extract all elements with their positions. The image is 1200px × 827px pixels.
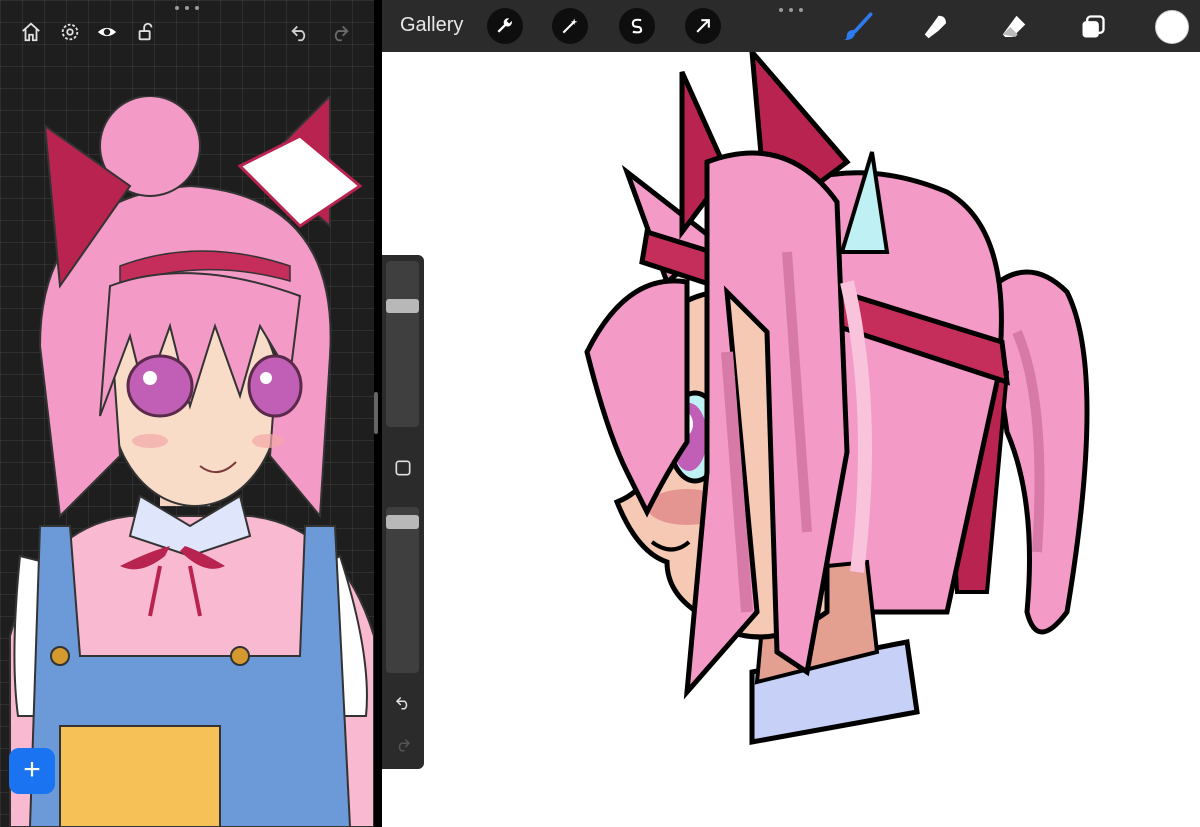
modify-square-icon[interactable]	[388, 453, 418, 483]
brush-size-slider[interactable]	[386, 261, 419, 427]
brush-size-thumb[interactable]	[386, 299, 419, 313]
reference-toolbar	[0, 6, 374, 56]
eraser-icon[interactable]	[994, 8, 1034, 46]
undo-icon[interactable]	[388, 687, 418, 717]
selection-icon[interactable]	[619, 8, 655, 44]
brush-opacity-thumb[interactable]	[386, 515, 419, 529]
gallery-button[interactable]: Gallery	[400, 14, 463, 37]
smudge-icon[interactable]	[916, 8, 956, 46]
side-panel-handle[interactable]	[374, 392, 378, 434]
brush-icon[interactable]	[838, 8, 878, 46]
drawing-canvas[interactable]	[427, 52, 1200, 827]
settings-icon[interactable]	[56, 18, 84, 46]
magic-wand-icon[interactable]	[552, 8, 588, 44]
home-icon[interactable]	[17, 18, 45, 46]
reference-character-image	[9, 96, 374, 827]
layers-icon[interactable]	[1073, 8, 1113, 46]
color-picker-button[interactable]	[1155, 10, 1189, 44]
redo-icon[interactable]	[326, 18, 354, 46]
brush-side-panel	[382, 255, 424, 769]
top-toolbar: Gallery	[382, 0, 1200, 52]
undo-icon[interactable]	[286, 18, 314, 46]
add-reference-button[interactable]: +	[9, 748, 55, 794]
reference-drag-grip[interactable]	[175, 6, 199, 12]
canvas-drag-grip[interactable]	[779, 8, 803, 14]
redo-icon[interactable]	[388, 729, 418, 759]
canvas-pane: Gallery	[382, 0, 1200, 827]
reference-panel: +	[0, 0, 374, 827]
wrench-icon[interactable]	[487, 8, 523, 44]
eye-icon[interactable]	[93, 18, 121, 46]
unlock-icon[interactable]	[132, 18, 160, 46]
transform-arrow-icon[interactable]	[685, 8, 721, 44]
brush-opacity-slider[interactable]	[386, 507, 419, 673]
